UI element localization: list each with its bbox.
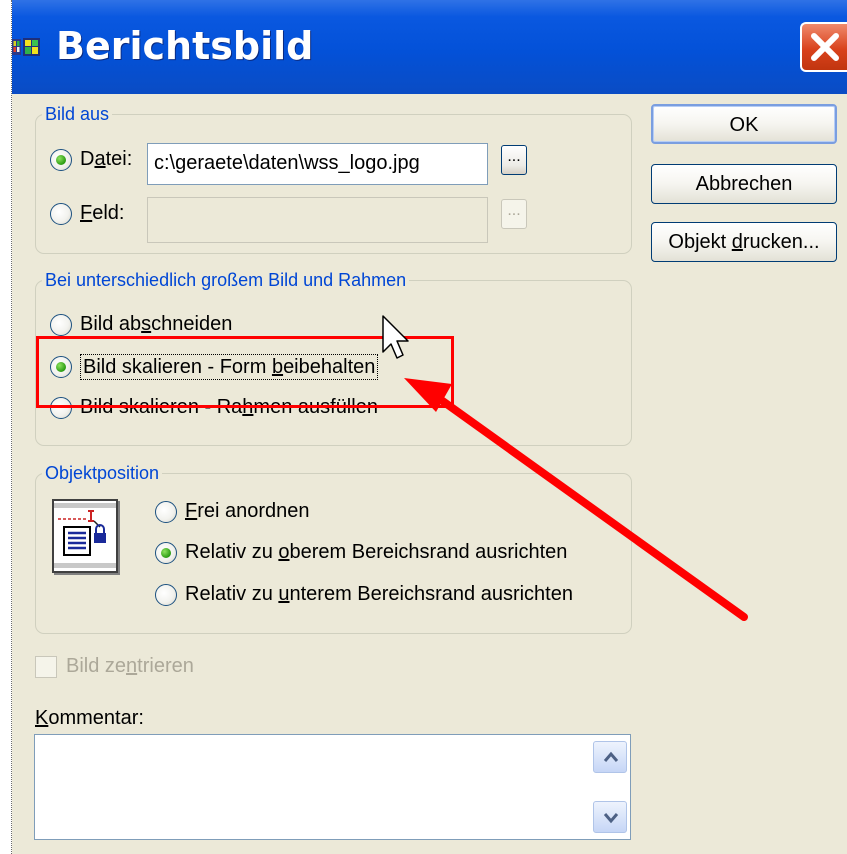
browse-field-button[interactable]: ...: [501, 199, 527, 229]
cancel-button[interactable]: Abbrechen: [651, 164, 837, 204]
chevron-up-icon: [603, 751, 619, 762]
align-top-label[interactable]: Relativ zu oberem Bereichsrand ausrichte…: [185, 540, 567, 564]
center-image-checkbox[interactable]: [35, 656, 57, 678]
report-image-app-icon: [12, 36, 42, 58]
file-path-input[interactable]: c:\geraete\daten\wss_logo.jpg: [147, 143, 488, 185]
scroll-down-button[interactable]: [593, 801, 627, 833]
field-input[interactable]: [147, 197, 488, 243]
anchor-position-icon: [52, 499, 118, 573]
crop-image-radio[interactable]: [50, 314, 72, 336]
align-bottom-label[interactable]: Relativ zu unterem Bereichsrand ausricht…: [185, 582, 573, 606]
free-position-radio[interactable]: [155, 501, 177, 523]
align-bottom-radio[interactable]: [155, 584, 177, 606]
file-path-value: c:\geraete\daten\wss_logo.jpg: [154, 152, 420, 174]
print-object-button[interactable]: Objekt drucken...: [651, 222, 837, 262]
window-title: Berichtsbild: [56, 24, 314, 68]
field-source-label[interactable]: Feld:: [80, 201, 124, 225]
comment-textarea[interactable]: [34, 734, 631, 840]
browse-file-button[interactable]: ...: [501, 145, 527, 175]
size-mismatch-legend: Bei unterschiedlich großem Bild und Rahm…: [42, 270, 410, 291]
annotation-highlight-box: [36, 336, 454, 408]
close-button[interactable]: [800, 22, 847, 72]
scroll-up-button[interactable]: [593, 741, 627, 773]
image-source-legend: Bild aus: [42, 104, 113, 125]
chevron-down-icon: [603, 813, 619, 824]
file-source-radio[interactable]: [50, 149, 72, 171]
background-window-edge: [0, 0, 12, 854]
close-x-icon: [811, 33, 839, 61]
ok-button[interactable]: OK: [651, 104, 837, 144]
center-image-label[interactable]: Bild zentrieren: [66, 654, 194, 678]
field-source-radio[interactable]: [50, 203, 72, 225]
free-position-label[interactable]: Frei anordnen: [185, 499, 310, 523]
file-source-label[interactable]: Datei:: [80, 147, 132, 171]
align-top-radio[interactable]: [155, 542, 177, 564]
object-position-legend: Objektposition: [42, 463, 163, 484]
crop-image-label[interactable]: Bild abschneiden: [80, 312, 232, 336]
comment-label: Kommentar:: [35, 707, 144, 729]
